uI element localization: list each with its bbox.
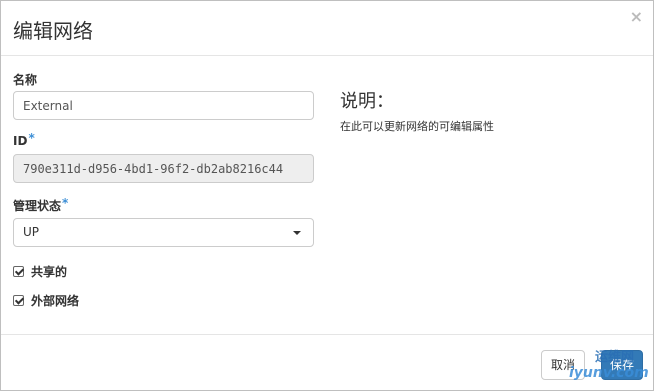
- admin-state-select[interactable]: UP: [13, 218, 314, 247]
- caret-down-icon: [293, 231, 301, 235]
- cancel-button[interactable]: 取消: [541, 350, 585, 380]
- admin-state-label-text: 管理状态: [13, 199, 62, 213]
- name-label-text: 名称: [13, 73, 38, 87]
- shared-checkbox[interactable]: [13, 266, 24, 277]
- id-label-text: ID: [13, 134, 28, 148]
- dialog-title: 编辑网络: [13, 19, 93, 43]
- external-network-checkbox[interactable]: [13, 295, 24, 306]
- name-label: 名称: [13, 71, 37, 88]
- save-button[interactable]: 保存: [601, 350, 643, 380]
- id-label: ID*: [13, 131, 35, 148]
- id-field[interactable]: [13, 154, 314, 183]
- admin-state-label: 管理状态*: [13, 196, 69, 214]
- edit-network-dialog: 编辑网络 × 名称 ID* 管理状态* UP 共享的 外部网络 说明： 在此可以…: [0, 0, 654, 391]
- name-input[interactable]: [13, 91, 314, 120]
- external-network-label: 外部网络: [31, 294, 80, 308]
- admin-state-value: UP: [23, 225, 40, 239]
- required-marker: *: [62, 196, 69, 210]
- external-checkbox-row: 外部网络: [13, 292, 79, 309]
- close-icon[interactable]: ×: [630, 9, 643, 25]
- help-text: 在此可以更新网络的可编辑属性: [340, 120, 494, 133]
- required-marker: *: [28, 131, 35, 145]
- help-title: 说明：: [340, 91, 394, 112]
- shared-label: 共享的: [31, 265, 68, 279]
- shared-checkbox-row: 共享的: [13, 263, 67, 280]
- dialog-header: 编辑网络 ×: [1, 1, 653, 56]
